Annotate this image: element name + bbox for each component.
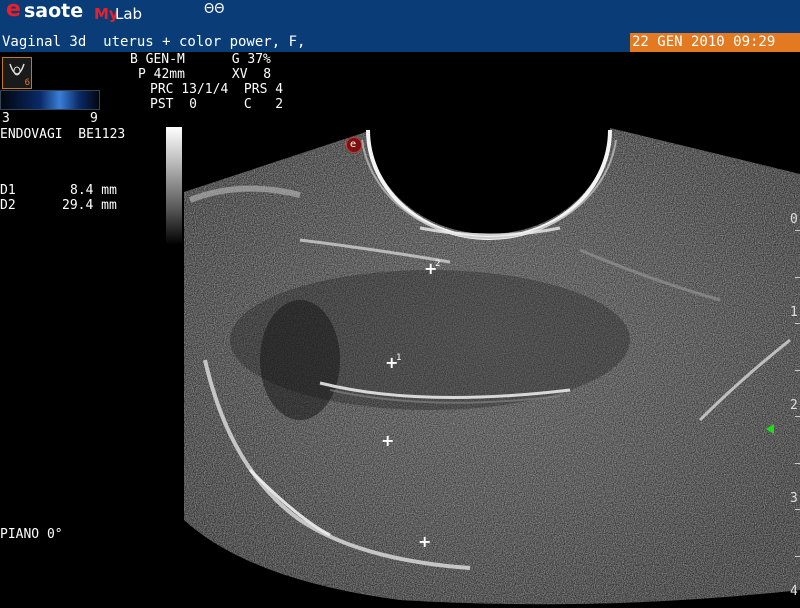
depth-tick [795,416,800,417]
orientation-marker: e [346,137,362,153]
depth-tick [795,277,800,278]
focus-marker-icon [766,424,774,434]
caliper-1-label: 1 [396,353,402,363]
depth-label-4: 4 [790,584,798,599]
depth-scale: 0 1 2 3 4 [784,0,800,608]
color-map-bar [0,90,100,110]
probe-icon-number: 6 [24,78,30,88]
depth-label-2: 2 [790,398,798,413]
param-line-4: PST 0 C 2 [150,97,284,112]
color-scale-max: 9 [90,111,98,126]
d1-label: D1 [0,183,16,198]
param-line-3: PRC 13/1/4 PRS 4 [150,82,284,97]
depth-tick [795,463,800,464]
depth-label-3: 3 [790,491,798,506]
depth-tick [795,323,800,324]
depth-tick [795,556,800,557]
depth-label-1: 1 [790,305,798,320]
probe-icon: 6 [2,57,32,89]
param-line-1: B GEN-M G 37% [130,52,271,67]
caliper-2-end[interactable]: + [418,534,431,550]
depth-tick [795,370,800,371]
plane-label: PIANO 0° [0,527,63,542]
depth-label-0: 0 [790,212,798,227]
depth-tick [795,230,800,231]
caliper-1-end[interactable]: + [381,433,394,449]
probe-label: ENDOVAGI BE1123 [0,127,126,142]
d1-value: 8.4 mm [70,183,117,198]
d2-label: D2 [0,198,16,213]
color-scale-min: 3 [2,111,10,126]
param-line-2: P 42mm XV 8 [138,67,272,82]
orientation-marker-letter: e [350,139,357,150]
caliper-2-label: 2 [435,259,441,269]
ultrasound-image [184,126,800,605]
grayscale-bar [166,127,182,245]
depth-tick [795,509,800,510]
d2-value: 29.4 mm [62,198,117,213]
